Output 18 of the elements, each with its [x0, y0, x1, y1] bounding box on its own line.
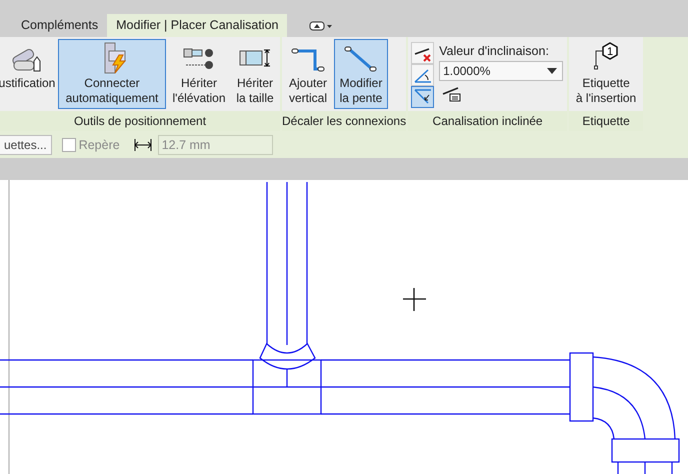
ribbon-button[interactable]: Hériter l'élévation: [168, 39, 230, 109]
crosshair-cursor-icon: [402, 287, 427, 312]
slope-tool-button[interactable]: [411, 42, 434, 64]
ribbon-tab[interactable]: Modifier | Placer Canalisation: [107, 14, 288, 37]
width-arrow-icon: [134, 138, 152, 150]
checkbox-label: Repère: [78, 138, 120, 152]
ribbon-button[interactable]: 1 Etiquette à l'insertion: [571, 39, 642, 109]
panel-toggle-button[interactable]: [309, 20, 334, 30]
dropdown-caret-icon: [547, 68, 558, 74]
tags-button[interactable]: uettes...: [0, 134, 52, 154]
checkbox[interactable]: [62, 138, 76, 152]
ribbon-button[interactable]: Ajouter vertical: [284, 39, 332, 109]
ribbon-tab[interactable]: Compléments: [12, 14, 108, 37]
ribbon-button[interactable]: Modifier la pente: [334, 39, 388, 109]
slope-value-label: Valeur d'inclinaison:: [439, 44, 549, 58]
ribbon-button[interactable]: Hériter la taille: [232, 39, 278, 109]
slope-value-dropdown[interactable]: 1.0000%: [439, 61, 564, 81]
ribbon-button[interactable]: Connecter automatiquement: [58, 39, 166, 109]
